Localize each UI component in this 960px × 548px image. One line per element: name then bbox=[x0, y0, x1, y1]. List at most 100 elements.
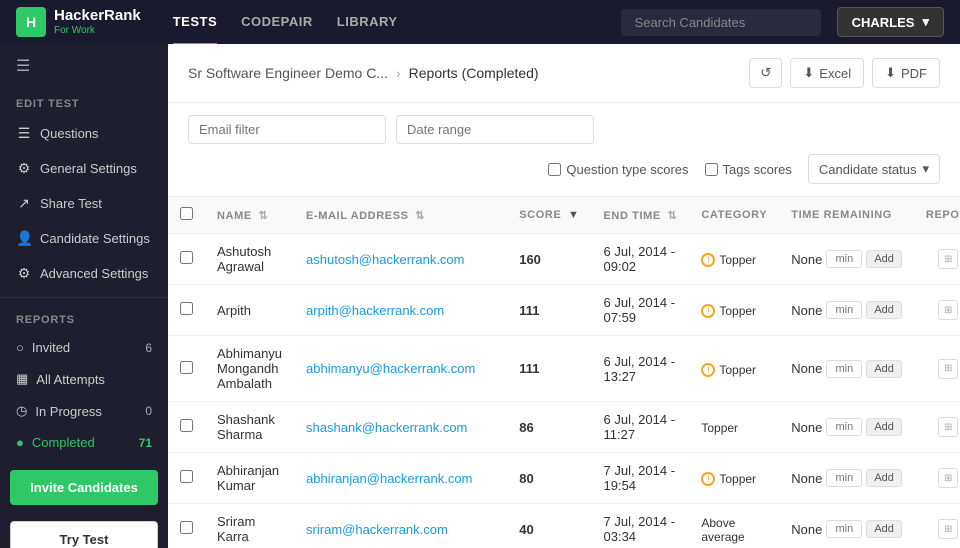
report-icon[interactable]: ⊞ bbox=[938, 417, 958, 437]
edit-test-label: EDIT TEST bbox=[0, 88, 168, 116]
time-add-button[interactable]: Add bbox=[866, 520, 902, 538]
row-time-remaining: None Add bbox=[779, 402, 914, 453]
row-email-link[interactable]: arpith@hackerrank.com bbox=[306, 303, 444, 318]
header-category: CATEGORY bbox=[689, 197, 779, 234]
row-score: 111 bbox=[507, 285, 591, 336]
sidebar-item-general-settings[interactable]: ⚙ General Settings bbox=[0, 151, 168, 186]
invite-candidates-button[interactable]: Invite Candidates bbox=[10, 470, 158, 505]
time-min-input[interactable] bbox=[826, 520, 862, 538]
row-email-link[interactable]: shashank@hackerrank.com bbox=[306, 420, 467, 435]
email-filter-input[interactable] bbox=[188, 115, 386, 144]
report-icon[interactable]: ⊞ bbox=[938, 249, 958, 269]
time-min-input[interactable] bbox=[826, 418, 862, 436]
category-label: Topper bbox=[719, 253, 756, 267]
sidebar-item-questions[interactable]: ☰ Questions bbox=[0, 116, 168, 151]
tags-scores-label[interactable]: Tags scores bbox=[705, 162, 792, 177]
sidebar-item-candidate-settings[interactable]: 👤 Candidate Settings bbox=[0, 221, 168, 256]
time-none-label: None bbox=[791, 522, 822, 537]
row-checkbox[interactable] bbox=[180, 419, 193, 432]
question-type-scores-checkbox[interactable] bbox=[548, 163, 561, 176]
time-none-label: None bbox=[791, 471, 822, 486]
candidate-status-dropdown[interactable]: Candidate status ▾ bbox=[808, 154, 940, 184]
category-label: Topper bbox=[719, 472, 756, 486]
chevron-down-icon: ▾ bbox=[922, 161, 929, 177]
report-icon[interactable]: ⊞ bbox=[938, 468, 958, 488]
nav-links: TESTS CODEPAIR LIBRARY bbox=[173, 0, 621, 45]
row-email: arpith@hackerrank.com bbox=[294, 285, 507, 336]
refresh-button[interactable]: ↺ bbox=[749, 58, 782, 88]
pdf-button[interactable]: ⬇ PDF bbox=[872, 58, 940, 88]
header-time-remaining: TIME REMAINING bbox=[779, 197, 914, 234]
sort-icon[interactable]: ▼ bbox=[568, 209, 580, 221]
report-icon[interactable]: ⊞ bbox=[938, 519, 958, 539]
question-type-scores-label[interactable]: Question type scores bbox=[548, 162, 688, 177]
sort-icon[interactable]: ⇅ bbox=[258, 210, 268, 222]
row-score: 80 bbox=[507, 453, 591, 504]
row-email-link[interactable]: ashutosh@hackerrank.com bbox=[306, 252, 464, 267]
time-min-input[interactable] bbox=[826, 301, 862, 319]
circle-icon: ○ bbox=[16, 340, 24, 355]
row-checkbox[interactable] bbox=[180, 251, 193, 264]
nav-tests[interactable]: TESTS bbox=[173, 0, 217, 45]
row-checkbox[interactable] bbox=[180, 521, 193, 534]
time-add-button[interactable]: Add bbox=[866, 360, 902, 378]
row-name: Ashutosh Agrawal bbox=[205, 234, 294, 285]
sidebar-item-label: Share Test bbox=[40, 196, 102, 211]
time-min-input[interactable] bbox=[826, 360, 862, 378]
row-checkbox-cell bbox=[168, 402, 205, 453]
row-category: ! Topper bbox=[689, 285, 779, 336]
category-label: Topper bbox=[719, 304, 756, 318]
row-checkbox[interactable] bbox=[180, 361, 193, 374]
row-checkbox[interactable] bbox=[180, 470, 193, 483]
row-time-remaining: None Add bbox=[779, 336, 914, 402]
row-email-link[interactable]: abhimanyu@hackerrank.com bbox=[306, 361, 475, 376]
row-name: Abhiranjan Kumar bbox=[205, 453, 294, 504]
row-checkbox[interactable] bbox=[180, 302, 193, 315]
row-time-remaining: None Add bbox=[779, 453, 914, 504]
row-email: shashank@hackerrank.com bbox=[294, 402, 507, 453]
time-min-input[interactable] bbox=[826, 250, 862, 268]
breadcrumb-link[interactable]: Sr Software Engineer Demo C... bbox=[188, 65, 388, 81]
sidebar-item-label: Advanced Settings bbox=[40, 266, 148, 281]
sidebar-item-advanced-settings[interactable]: ⚙ Advanced Settings bbox=[0, 256, 168, 291]
sidebar-report-all-attempts[interactable]: ▦ All Attempts bbox=[0, 363, 168, 395]
search-input[interactable] bbox=[621, 9, 821, 36]
date-range-input[interactable] bbox=[396, 115, 594, 144]
row-end-time: 6 Jul, 2014 - 11:27 bbox=[592, 402, 690, 453]
time-add-button[interactable]: Add bbox=[866, 301, 902, 319]
report-completed-label: Completed bbox=[32, 435, 95, 450]
report-icon[interactable]: ⊞ bbox=[938, 359, 958, 379]
row-email-link[interactable]: sriram@hackerrank.com bbox=[306, 522, 448, 537]
category-dot-icon: ! bbox=[701, 304, 715, 318]
sidebar-report-completed[interactable]: ● Completed 71 bbox=[0, 427, 168, 458]
sidebar-report-in-progress[interactable]: ◷ In Progress 0 bbox=[0, 395, 168, 427]
user-menu[interactable]: CHARLES ▾ bbox=[837, 7, 944, 37]
nav-library[interactable]: LIBRARY bbox=[337, 0, 398, 45]
sort-icon[interactable]: ⇅ bbox=[668, 210, 678, 222]
completed-badge: 71 bbox=[139, 436, 152, 450]
row-checkbox-cell bbox=[168, 453, 205, 504]
time-add-button[interactable]: Add bbox=[866, 250, 902, 268]
row-checkbox-cell bbox=[168, 336, 205, 402]
time-add-button[interactable]: Add bbox=[866, 469, 902, 487]
excel-button[interactable]: ⬇ Excel bbox=[790, 58, 864, 88]
header-checkbox-col bbox=[168, 197, 205, 234]
excel-label: Excel bbox=[819, 66, 851, 81]
try-test-button[interactable]: Try Test bbox=[10, 521, 158, 548]
sidebar-report-invited[interactable]: ○ Invited 6 bbox=[0, 332, 168, 363]
time-min-input[interactable] bbox=[826, 469, 862, 487]
time-add-button[interactable]: Add bbox=[866, 418, 902, 436]
sidebar-item-share-test[interactable]: ↗ Share Test bbox=[0, 186, 168, 221]
hamburger-icon[interactable]: ☰ bbox=[0, 44, 168, 88]
table-row: Abhiranjan Kumar abhiranjan@hackerrank.c… bbox=[168, 453, 960, 504]
logo[interactable]: H HackerRank For Work bbox=[16, 7, 141, 37]
report-icon[interactable]: ⊞ bbox=[938, 300, 958, 320]
nav-codepair[interactable]: CODEPAIR bbox=[241, 0, 313, 45]
row-report-cell: ⊞ bbox=[914, 234, 960, 285]
sort-icon[interactable]: ⇅ bbox=[415, 210, 425, 222]
in-progress-badge: 0 bbox=[145, 404, 152, 418]
row-report-cell: ⊞ bbox=[914, 285, 960, 336]
row-email-link[interactable]: abhiranjan@hackerrank.com bbox=[306, 471, 472, 486]
select-all-checkbox[interactable] bbox=[180, 207, 193, 220]
tags-scores-checkbox[interactable] bbox=[705, 163, 718, 176]
